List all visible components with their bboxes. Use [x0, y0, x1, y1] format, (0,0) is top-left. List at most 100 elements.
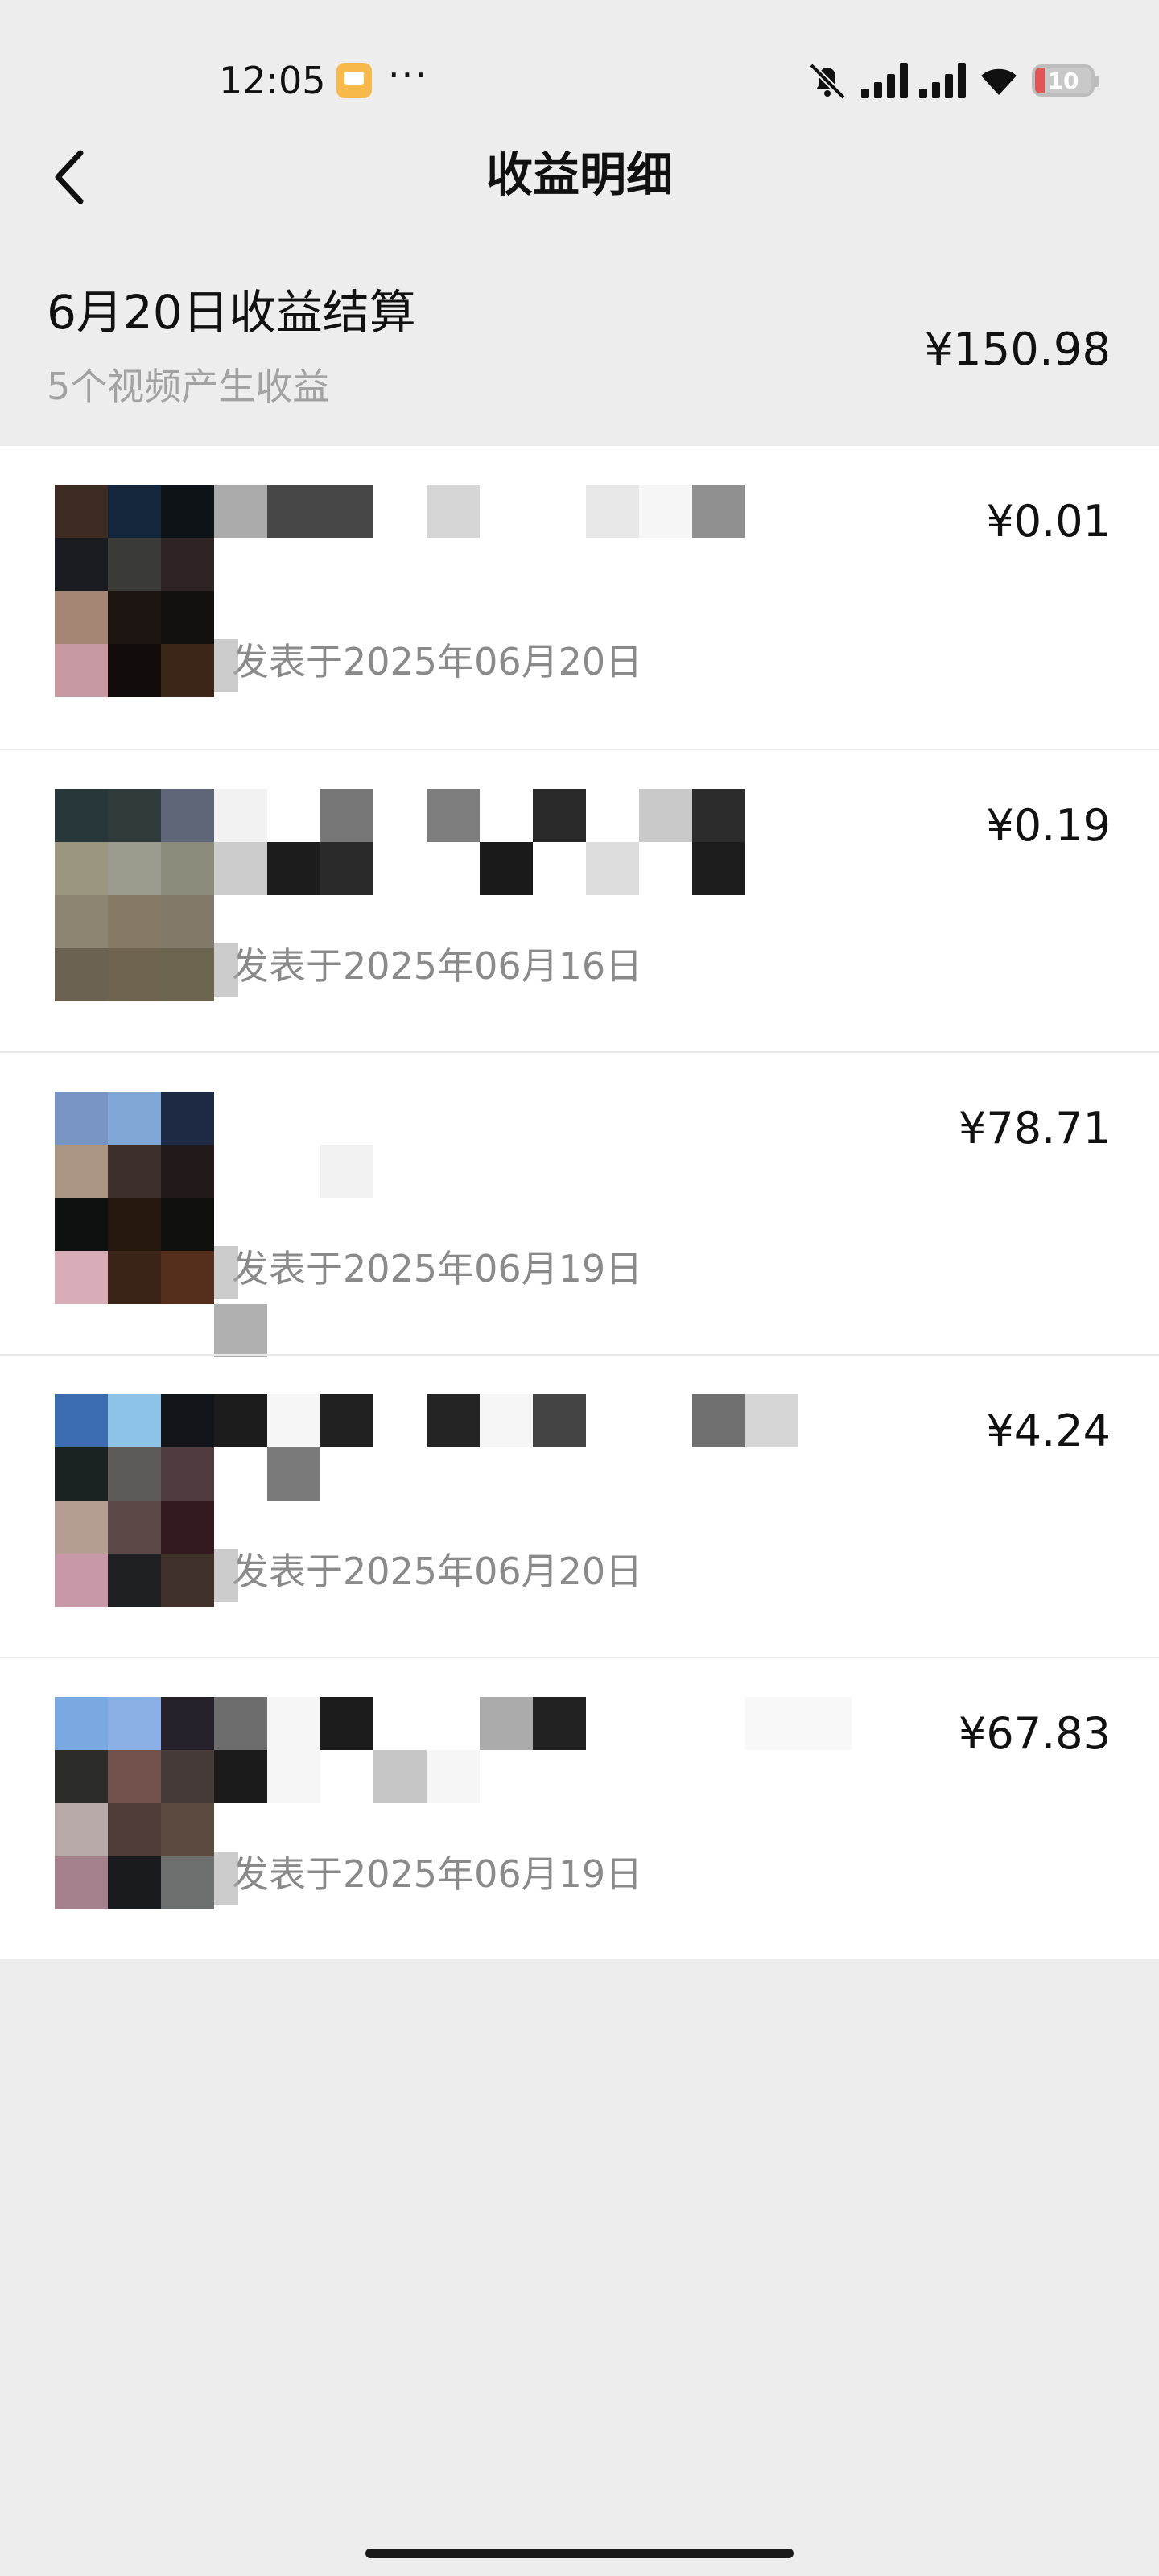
thumbnail-pixel	[108, 591, 161, 644]
title-pixel	[427, 1750, 480, 1803]
thumbnail-pixel	[108, 1554, 161, 1607]
video-title-pixelated	[214, 1394, 938, 1501]
title-pixel	[373, 1750, 427, 1803]
thumbnail-pixel	[161, 1092, 214, 1145]
status-icons: 10	[805, 56, 1099, 105]
thumbnail-pixel	[108, 789, 161, 842]
signal-icon	[919, 63, 966, 98]
mute-icon	[809, 63, 846, 100]
title-pixel	[586, 842, 639, 895]
thumbnail-pixel	[55, 842, 108, 895]
title-pixel	[533, 1697, 586, 1750]
settlement-amount: ¥150.98	[924, 324, 1111, 376]
video-earning-item[interactable]: 发表于2025年06月20日 ¥0.01	[0, 446, 1159, 749]
title-pixel	[533, 1394, 586, 1447]
title-pixel	[214, 789, 267, 842]
thumbnail-pixel	[161, 789, 214, 842]
thumbnail-pixel	[55, 1198, 108, 1251]
status-time: 12:05	[219, 59, 326, 102]
thumbnail-pixel	[161, 485, 214, 538]
video-publish-date: 发表于2025年06月19日	[232, 1852, 643, 1896]
video-earning-item[interactable]: 发表于2025年06月20日 ¥4.24	[0, 1354, 1159, 1657]
video-earning-amount: ¥0.01	[986, 496, 1111, 547]
page-title: 收益明细	[485, 147, 673, 202]
video-earning-item[interactable]: 发表于2025年06月16日 ¥0.19	[0, 749, 1159, 1051]
title-pixel	[267, 485, 320, 538]
title-pixel	[320, 1145, 373, 1198]
video-earning-amount: ¥67.83	[959, 1708, 1111, 1759]
thumbnail-pixel	[108, 1803, 161, 1856]
title-pixel	[692, 485, 745, 538]
thumbnail-pixel	[161, 1251, 214, 1304]
video-publish-date: 发表于2025年06月19日	[232, 1247, 643, 1290]
thumbnail-pixel	[55, 948, 108, 1001]
video-thumbnail[interactable]	[55, 1697, 214, 1909]
thumbnail-pixel	[108, 1092, 161, 1145]
thumbnail-pixel	[161, 1447, 214, 1501]
more-notifications-icon: ···	[388, 53, 428, 97]
pixel-mask	[214, 1246, 238, 1299]
title-pixel	[586, 485, 639, 538]
wifi-icon	[981, 68, 1017, 95]
thumbnail-pixel	[55, 485, 108, 538]
thumbnail-pixel	[108, 842, 161, 895]
title-pixel	[480, 1697, 533, 1750]
video-title-pixelated	[214, 1092, 938, 1357]
title-pixel	[267, 1697, 320, 1750]
thumbnail-pixel	[108, 538, 161, 591]
thumbnail-pixel	[108, 1251, 161, 1304]
video-publish-date: 发表于2025年06月20日	[232, 1550, 643, 1593]
thumbnail-pixel	[161, 1697, 214, 1750]
thumbnail-pixel	[55, 789, 108, 842]
title-pixel	[214, 1304, 267, 1357]
title-pixel	[320, 1394, 373, 1447]
title-pixel	[267, 1394, 320, 1447]
title-pixel	[692, 789, 745, 842]
title-pixel	[214, 842, 267, 895]
thumbnail-pixel	[108, 1501, 161, 1554]
settlement-summary: 6月20日收益结算 5个视频产生收益 ¥150.98	[0, 274, 1159, 443]
thumbnail-pixel	[161, 538, 214, 591]
settlement-subtitle: 5个视频产生收益	[47, 365, 330, 408]
thumbnail-pixel	[161, 948, 214, 1001]
thumbnail-pixel	[161, 842, 214, 895]
battery-icon: 10	[1032, 64, 1099, 97]
title-pixel	[267, 1750, 320, 1803]
video-thumbnail[interactable]	[55, 1092, 214, 1304]
video-earnings-list: 发表于2025年06月20日 ¥0.01 发表于2025年06月16日 ¥0.1…	[0, 446, 1159, 1959]
thumbnail-pixel	[161, 1750, 214, 1803]
thumbnail-pixel	[161, 895, 214, 948]
title-pixel	[320, 485, 373, 538]
video-title-pixelated	[214, 485, 938, 589]
thumbnail-pixel	[161, 1856, 214, 1909]
thumbnail-pixel	[161, 1554, 214, 1607]
home-indicator[interactable]	[365, 2549, 794, 2558]
video-earning-item[interactable]: 发表于2025年06月19日 ¥78.71	[0, 1051, 1159, 1357]
title-pixel	[745, 1697, 798, 1750]
thumbnail-pixel	[55, 1251, 108, 1304]
pixel-mask	[214, 1549, 238, 1602]
thumbnail-pixel	[108, 644, 161, 697]
title-pixel	[480, 842, 533, 895]
thumbnail-pixel	[161, 644, 214, 697]
title-pixel	[692, 842, 745, 895]
title-pixel	[427, 485, 480, 538]
thumbnail-pixel	[108, 895, 161, 948]
battery-level: 10	[1047, 67, 1079, 94]
video-thumbnail[interactable]	[55, 485, 214, 697]
title-pixel	[427, 1394, 480, 1447]
video-thumbnail[interactable]	[55, 789, 214, 1001]
thumbnail-pixel	[108, 948, 161, 1001]
video-earning-amount: ¥0.19	[986, 800, 1111, 851]
thumbnail-pixel	[108, 1198, 161, 1251]
thumbnail-pixel	[108, 1145, 161, 1198]
thumbnail-pixel	[55, 591, 108, 644]
thumbnail-pixel	[55, 1697, 108, 1750]
thumbnail-pixel	[55, 644, 108, 697]
thumbnail-pixel	[55, 538, 108, 591]
thumbnail-pixel	[161, 1145, 214, 1198]
video-thumbnail[interactable]	[55, 1394, 214, 1607]
video-earning-item[interactable]: 发表于2025年06月19日 ¥67.83	[0, 1657, 1159, 1959]
thumbnail-pixel	[55, 1856, 108, 1909]
thumbnail-pixel	[161, 1803, 214, 1856]
